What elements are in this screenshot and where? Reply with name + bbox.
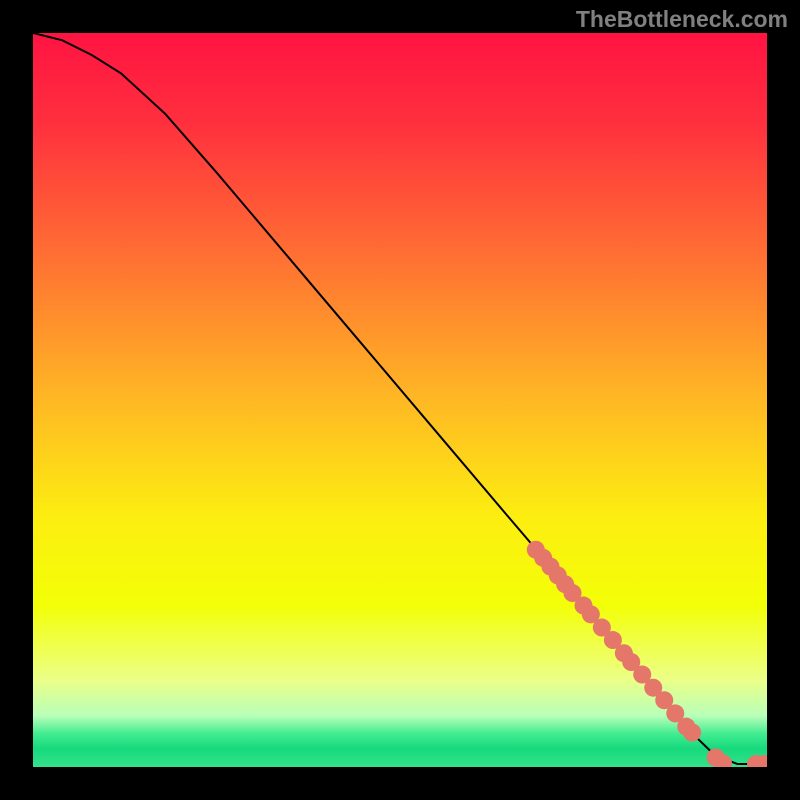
chart-frame: TheBottleneck.com [0,0,800,800]
marker-group [527,541,767,767]
bottleneck-curve [33,33,767,764]
watermark-text: TheBottleneck.com [576,6,788,33]
plot-area [33,33,767,767]
data-marker [683,724,701,742]
curve-layer [33,33,767,767]
